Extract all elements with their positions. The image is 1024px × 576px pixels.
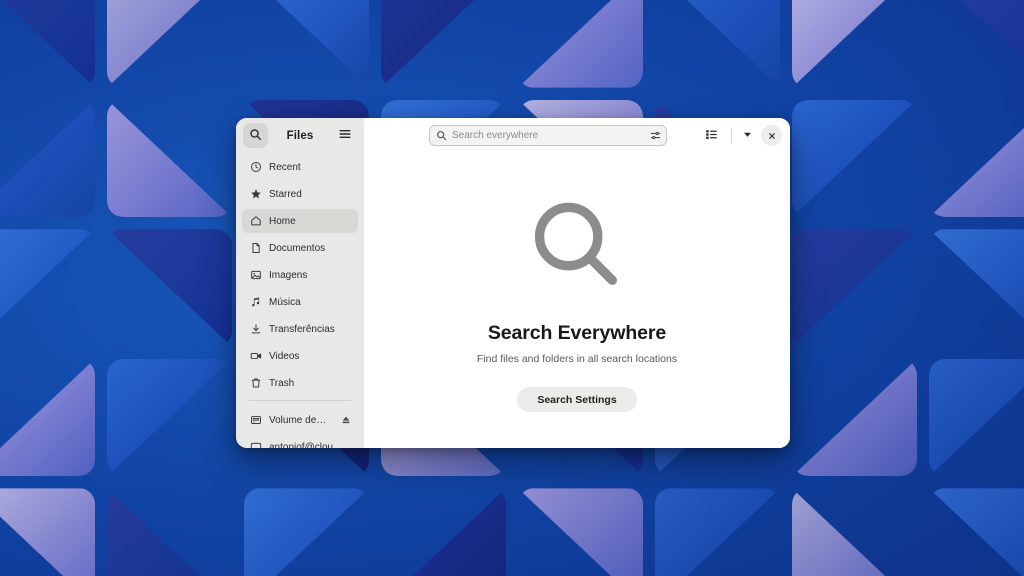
drive-icon: [249, 414, 262, 427]
close-button[interactable]: [761, 125, 782, 146]
home-icon: [249, 215, 262, 228]
list-view-icon: [705, 128, 718, 144]
view-options-dropdown-button[interactable]: [739, 123, 755, 148]
sidebar-item-videos[interactable]: Videos: [242, 344, 358, 368]
sidebar-item-label: Documentos: [269, 242, 326, 254]
sidebar-item-trash[interactable]: Trash: [242, 371, 358, 395]
video-icon: [249, 350, 262, 363]
content-area: Search Everywhere Find files and folders…: [364, 153, 790, 448]
sidebar-divider: [249, 400, 351, 401]
hamburger-menu-icon: [338, 127, 352, 144]
chevron-down-icon: [742, 128, 753, 143]
headerbar-separator: [731, 128, 732, 143]
sidebar-device-label: antoniof@clou…: [269, 441, 344, 449]
sidebar-item-label: Transferências: [269, 323, 335, 335]
sidebar-item-label: Videos: [269, 350, 300, 362]
sidebar-item-network-account[interactable]: antoniof@clou…: [242, 435, 358, 448]
download-icon: [249, 323, 262, 336]
filter-sliders-icon[interactable]: [650, 130, 661, 141]
sidebar-item-label: Música: [269, 296, 301, 308]
close-icon: [768, 128, 776, 143]
files-window: Files Search everywhere Recent Starred H…: [236, 118, 790, 448]
page-subtitle: Find files and folders in all search loc…: [476, 353, 678, 365]
search-input[interactable]: Search everywhere: [429, 125, 667, 146]
sidebar-item-transferencias[interactable]: Transferências: [242, 317, 358, 341]
search-icon: [249, 128, 262, 144]
window-body: Recent Starred Home Documentos Imagens M…: [236, 153, 790, 448]
star-icon: [249, 188, 262, 201]
trash-icon: [249, 377, 262, 390]
sidebar-device-label: Volume de…: [269, 414, 327, 426]
view-list-button[interactable]: [699, 123, 724, 148]
large-search-icon: [525, 195, 629, 304]
search-placeholder: Search everywhere: [452, 130, 539, 141]
search-toggle-button[interactable]: [243, 123, 268, 148]
sidebar-item-label: Recent: [269, 161, 301, 173]
search-icon: [436, 130, 447, 141]
sidebar-item-imagens[interactable]: Imagens: [242, 263, 358, 287]
sidebar: Recent Starred Home Documentos Imagens M…: [236, 153, 364, 448]
image-icon: [249, 269, 262, 282]
sidebar-item-recent[interactable]: Recent: [242, 155, 358, 179]
headerbar-right: Search everywhere: [364, 118, 790, 153]
window-headerbar: Files Search everywhere: [236, 118, 790, 153]
network-icon: [249, 441, 262, 448]
sidebar-item-starred[interactable]: Starred: [242, 182, 358, 206]
sidebar-item-label: Home: [269, 215, 296, 227]
sidebar-item-documentos[interactable]: Documentos: [242, 236, 358, 260]
eject-icon[interactable]: [340, 415, 351, 426]
sidebar-item-volume[interactable]: Volume de…: [242, 408, 358, 432]
sidebar-item-label: Starred: [269, 188, 302, 200]
sidebar-item-musica[interactable]: Música: [242, 290, 358, 314]
sidebar-item-label: Trash: [269, 377, 295, 389]
main-menu-button[interactable]: [332, 123, 357, 148]
window-title: Files: [286, 129, 314, 142]
desktop: Files Search everywhere Recent Starred H…: [0, 0, 1024, 576]
document-icon: [249, 242, 262, 255]
search-settings-button[interactable]: Search Settings: [517, 387, 637, 412]
music-icon: [249, 296, 262, 309]
clock-icon: [249, 161, 262, 174]
page-title: Search Everywhere: [487, 322, 667, 344]
headerbar-left: Files: [236, 118, 364, 153]
sidebar-item-home[interactable]: Home: [242, 209, 358, 233]
sidebar-item-label: Imagens: [269, 269, 308, 281]
